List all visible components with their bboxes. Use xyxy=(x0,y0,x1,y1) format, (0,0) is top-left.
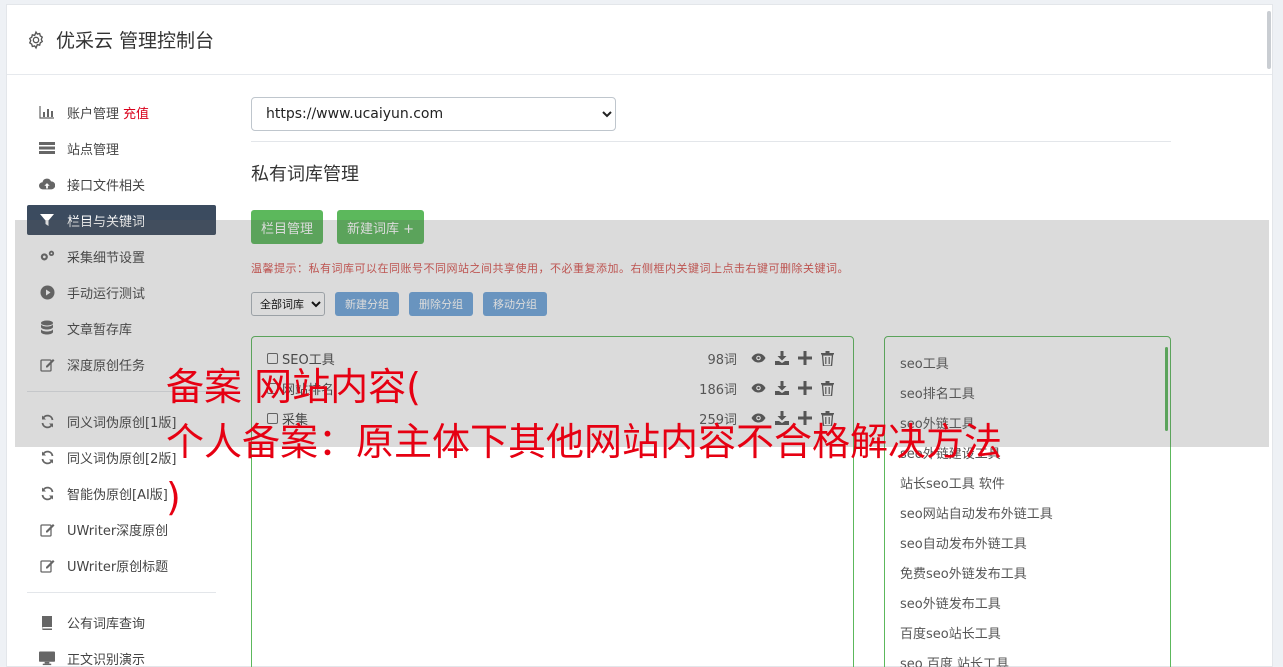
site-select[interactable]: https://www.ucaiyun.com xyxy=(251,97,616,131)
edit-icon xyxy=(39,356,55,372)
book-icon xyxy=(39,614,55,630)
refresh-icon xyxy=(39,449,55,465)
keyword-item[interactable]: 百度seo站长工具 xyxy=(885,617,1170,647)
move-group-button[interactable]: 移动分组 xyxy=(483,292,547,316)
tip-text: 温馨提示：私有词库可以在同账号不同网站之间共享使用，不必重复添加。右侧框内关键词… xyxy=(251,262,849,275)
keyword-scrollbar[interactable] xyxy=(1165,347,1168,431)
sidebar-item-label: 公有词库查询 xyxy=(67,616,146,632)
overlay-caption: 备案 网站内容( 个人备案：原主体下其他网站内容不合格解决方法 ) xyxy=(166,360,1156,525)
library-filter-select[interactable]: 全部词库 xyxy=(251,292,325,316)
delete-group-button[interactable]: 删除分组 xyxy=(409,292,473,316)
overlay-line-3: ) xyxy=(166,475,181,519)
sidebar-item-label: 栏目与关键词 xyxy=(67,214,146,230)
refresh-icon xyxy=(39,413,55,429)
sidebar-item-label: UWriter原创标题 xyxy=(67,559,169,575)
sidebar-item-label: 智能伪原创[AI版] xyxy=(67,487,168,503)
sidebar-item-label: 站点管理 xyxy=(67,142,120,158)
overlay-line-1: 备案 网站内容( xyxy=(166,365,421,409)
sidebar-item-label: 文章暂存库 xyxy=(67,322,133,338)
edit-icon xyxy=(39,521,55,537)
sidebar-item-collect-settings[interactable]: 采集细节设置 xyxy=(27,241,216,271)
sidebar-item-label: 同义词伪原创[2版] xyxy=(67,451,177,467)
sidebar-item-public-library[interactable]: 公有词库查询 xyxy=(27,607,216,637)
filter-icon xyxy=(39,212,55,228)
keyword-item[interactable]: seo自动发布外链工具 xyxy=(885,527,1170,557)
sidebar-item-label: 接口文件相关 xyxy=(67,178,146,194)
sidebar-item-label: 正文识别演示 xyxy=(67,652,146,667)
sidebar-item-text-recognition[interactable]: 正文识别演示 xyxy=(27,643,216,667)
divider xyxy=(251,141,1171,142)
sidebar-item-label: 手动运行测试 xyxy=(67,286,146,302)
cloud-upload-icon xyxy=(39,176,55,192)
bar-chart-icon xyxy=(39,104,55,120)
sidebar-item-label: UWriter深度原创 xyxy=(67,523,169,539)
page-title: 私有词库管理 xyxy=(251,164,359,185)
keyword-item[interactable]: seo外链发布工具 xyxy=(885,587,1170,617)
sidebar-divider xyxy=(27,592,216,593)
sidebar-item-label: 账户管理 xyxy=(67,106,120,122)
app-window: 优采云 管理控制台 账户管理 充值 站点管理 接口文件相关 栏目与关键词 采集细… xyxy=(6,4,1273,667)
column-manage-button[interactable]: 栏目管理 xyxy=(251,210,324,244)
database-icon xyxy=(39,320,55,336)
sidebar-item-account[interactable]: 账户管理 充值 xyxy=(27,97,216,127)
app-title: 优采云 管理控制台 xyxy=(56,30,215,52)
sidebar-item-interface-files[interactable]: 接口文件相关 xyxy=(27,169,216,199)
action-buttons: 栏目管理 新建词库 + xyxy=(251,210,1171,244)
sidebar-item-sites[interactable]: 站点管理 xyxy=(27,133,216,163)
sidebar-item-article-store[interactable]: 文章暂存库 xyxy=(27,313,216,343)
refresh-icon xyxy=(39,485,55,501)
new-library-button[interactable]: 新建词库 + xyxy=(337,210,425,244)
scrollbar[interactable] xyxy=(1265,5,1273,75)
sidebar-item-manual-run[interactable]: 手动运行测试 xyxy=(27,277,216,307)
scrollbar-thumb[interactable] xyxy=(1267,11,1271,69)
overlay-line-2: 个人备案：原主体下其他网站内容不合格解决方法 xyxy=(166,420,1003,464)
keyword-item[interactable]: seo 百度 站长工具 xyxy=(885,647,1170,667)
cogs-icon xyxy=(39,248,55,264)
sidebar-item-columns-keywords[interactable]: 栏目与关键词 xyxy=(27,205,216,235)
gear-icon xyxy=(28,30,44,49)
sidebar-item-uwriter-title[interactable]: UWriter原创标题 xyxy=(27,550,216,580)
edit-icon xyxy=(39,557,55,573)
sidebar-item-label: 深度原创任务 xyxy=(67,358,146,374)
play-circle-icon xyxy=(39,284,55,300)
server-icon xyxy=(39,140,55,156)
sidebar-item-label: 采集细节设置 xyxy=(67,250,146,266)
main-content: https://www.ucaiyun.com 私有词库管理 栏目管理 新建词库… xyxy=(251,97,1171,667)
monitor-icon xyxy=(39,650,55,666)
new-group-button[interactable]: 新建分组 xyxy=(335,292,399,316)
sidebar-item-label: 同义词伪原创[1版] xyxy=(67,415,177,431)
recharge-link[interactable]: 充值 xyxy=(123,103,149,122)
group-toolbar: 全部词库 新建分组 删除分组 移动分组 xyxy=(251,292,1171,316)
header: 优采云 管理控制台 xyxy=(7,5,1272,75)
keyword-item[interactable]: 免费seo外链发布工具 xyxy=(885,557,1170,587)
